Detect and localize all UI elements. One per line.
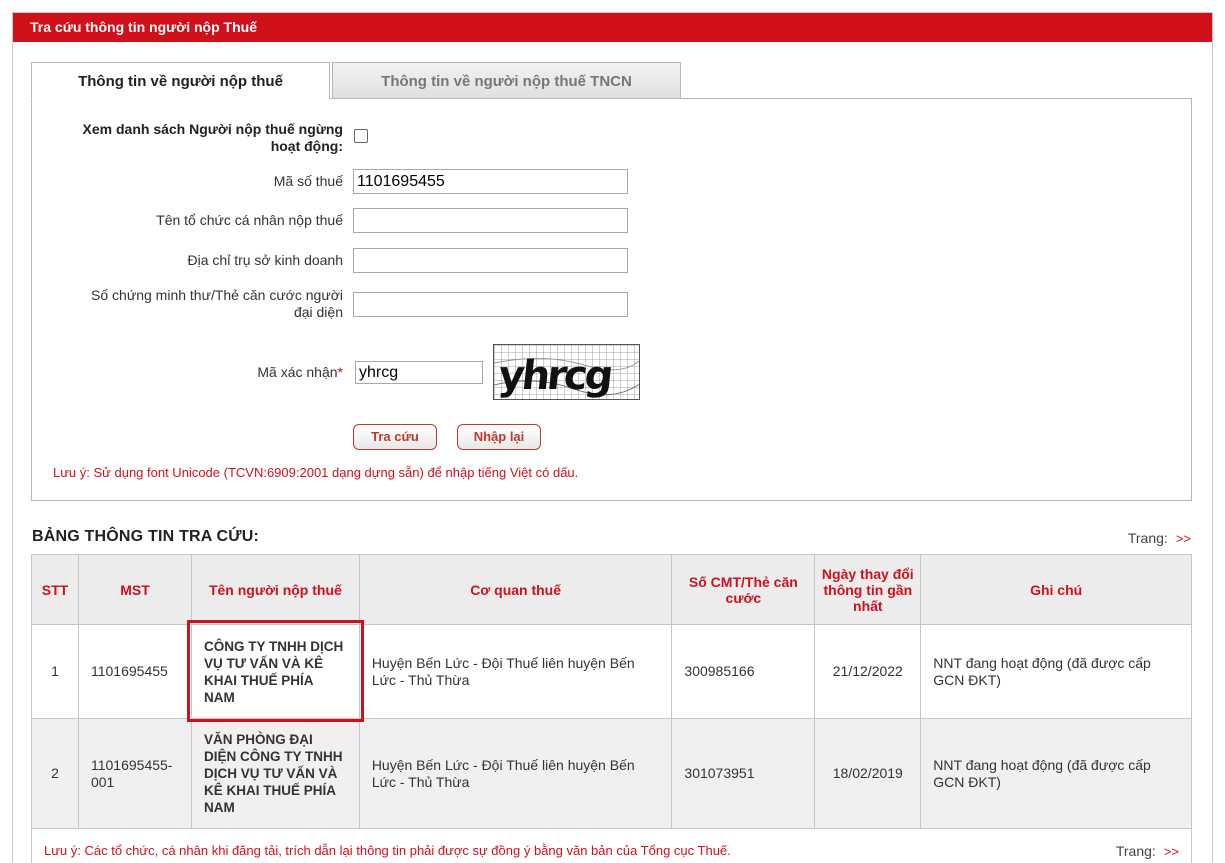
svg-text:yhrcg: yhrcg	[496, 353, 613, 399]
id-number-label-line2: đại diện	[293, 304, 343, 320]
col-header-mst: MST	[77, 554, 192, 625]
col-header-stt: STT	[31, 554, 79, 625]
col-header-id-number: Số CMT/Thẻ căn cước	[671, 554, 816, 625]
tab-personal-income-taxpayer[interactable]: Thông tin về người nộp thuế TNCN	[332, 62, 681, 99]
pager-next-link[interactable]: >>	[1176, 531, 1191, 546]
col-header-updated: Ngày thay đổi thông tin gần nhất	[814, 554, 922, 625]
col-header-note: Ghi chú	[920, 554, 1192, 625]
captcha-input[interactable]: yhrcg	[355, 361, 483, 384]
reset-button[interactable]: Nhập lại	[457, 424, 541, 450]
tab-taxpayer-info[interactable]: Thông tin về người nộp thuế	[31, 62, 330, 99]
row-updated: 21/12/2022	[814, 624, 922, 719]
pager-label: Trang:	[1127, 530, 1168, 546]
required-asterisk: *	[337, 364, 343, 380]
row-id-number: 300985166	[671, 624, 816, 719]
row-stt: 1	[31, 624, 79, 719]
row-stt: 2	[31, 718, 79, 829]
table-header-row: STT MST Tên người nộp thuế Cơ quan thuế …	[31, 554, 1192, 625]
captcha-label: Mã xác nhận*	[40, 364, 343, 381]
row-mst: 1101695455-001	[77, 718, 192, 829]
pager-next-link[interactable]: >>	[1164, 844, 1179, 859]
col-header-agency: Cơ quan thuế	[358, 554, 673, 625]
address-label: Địa chỉ trụ sở kinh doanh	[187, 252, 343, 268]
col-header-name: Tên người nộp thuế	[190, 554, 360, 625]
table-row: 2 1101695455-001 VĂN PHÒNG ĐẠI DIỆN CÔNG…	[31, 718, 1192, 829]
results-title: BẢNG THÔNG TIN TRA CỨU:	[32, 528, 260, 545]
captcha-label-text: Mã xác nhận	[257, 364, 338, 380]
org-name-input[interactable]	[353, 208, 628, 233]
row-note: NNT đang hoạt động (đã được cấp GCN ĐKT)	[920, 718, 1192, 829]
search-button[interactable]: Tra cứu	[353, 424, 437, 450]
unicode-note: Lưu ý: Sử dụng font Unicode (TCVN:6909:2…	[53, 465, 579, 480]
id-number-label: Số chứng minh thư/Thẻ căn cước người đại…	[40, 287, 343, 321]
org-name-label: Tên tổ chức cá nhân nộp thuế	[156, 212, 343, 228]
captcha-image: yhrcg	[493, 344, 640, 400]
results-pager-bottom: Trang: >>	[1116, 843, 1179, 859]
pager-label: Trang:	[1115, 843, 1156, 859]
page-title: Tra cứu thông tin người nộp Thuế	[13, 13, 1212, 42]
captcha-grid-icon: yhrcg	[494, 345, 639, 399]
inactive-list-checkbox[interactable]	[354, 129, 368, 143]
id-number-label-line1: Số chứng minh thư/Thẻ căn cước người	[91, 287, 343, 303]
row-note: NNT đang hoạt động (đã được cấp GCN ĐKT)	[920, 624, 1192, 719]
id-number-input[interactable]	[353, 292, 628, 317]
results-table: STT MST Tên người nộp thuế Cơ quan thuế …	[31, 554, 1192, 829]
table-row: 1 1101695455 CÔNG TY TNHH DỊCH VỤ TƯ VẤN…	[31, 624, 1192, 719]
row-name: VĂN PHÒNG ĐẠI DIỆN CÔNG TY TNHH DỊCH VỤ …	[190, 718, 360, 829]
row-updated: 18/02/2019	[814, 718, 922, 829]
footer-note: Lưu ý: Các tổ chức, cá nhân khi đăng tải…	[44, 843, 731, 858]
inactive-list-label: Xem danh sách Người nộp thuế ngừng hoạt …	[40, 121, 343, 155]
row-agency: Huyện Bến Lức - Đội Thuế liên huyện Bến …	[358, 718, 673, 829]
results-pager-top: Trang: >>	[1128, 530, 1191, 546]
address-input[interactable]	[353, 248, 628, 273]
tax-code-label: Mã số thuế	[273, 173, 343, 189]
inactive-list-label-line2: hoạt động:	[270, 138, 343, 154]
row-name: CÔNG TY TNHH DỊCH VỤ TƯ VẤN VÀ KÊ KHAI T…	[190, 624, 360, 719]
row-id-number: 301073951	[671, 718, 816, 829]
row-agency: Huyện Bến Lức - Đội Thuế liên huyện Bến …	[358, 624, 673, 719]
row-mst: 1101695455	[77, 624, 192, 719]
tax-code-input[interactable]: 1101695455	[353, 169, 628, 194]
inactive-list-label-line1: Xem danh sách Người nộp thuế ngừng	[82, 121, 343, 137]
